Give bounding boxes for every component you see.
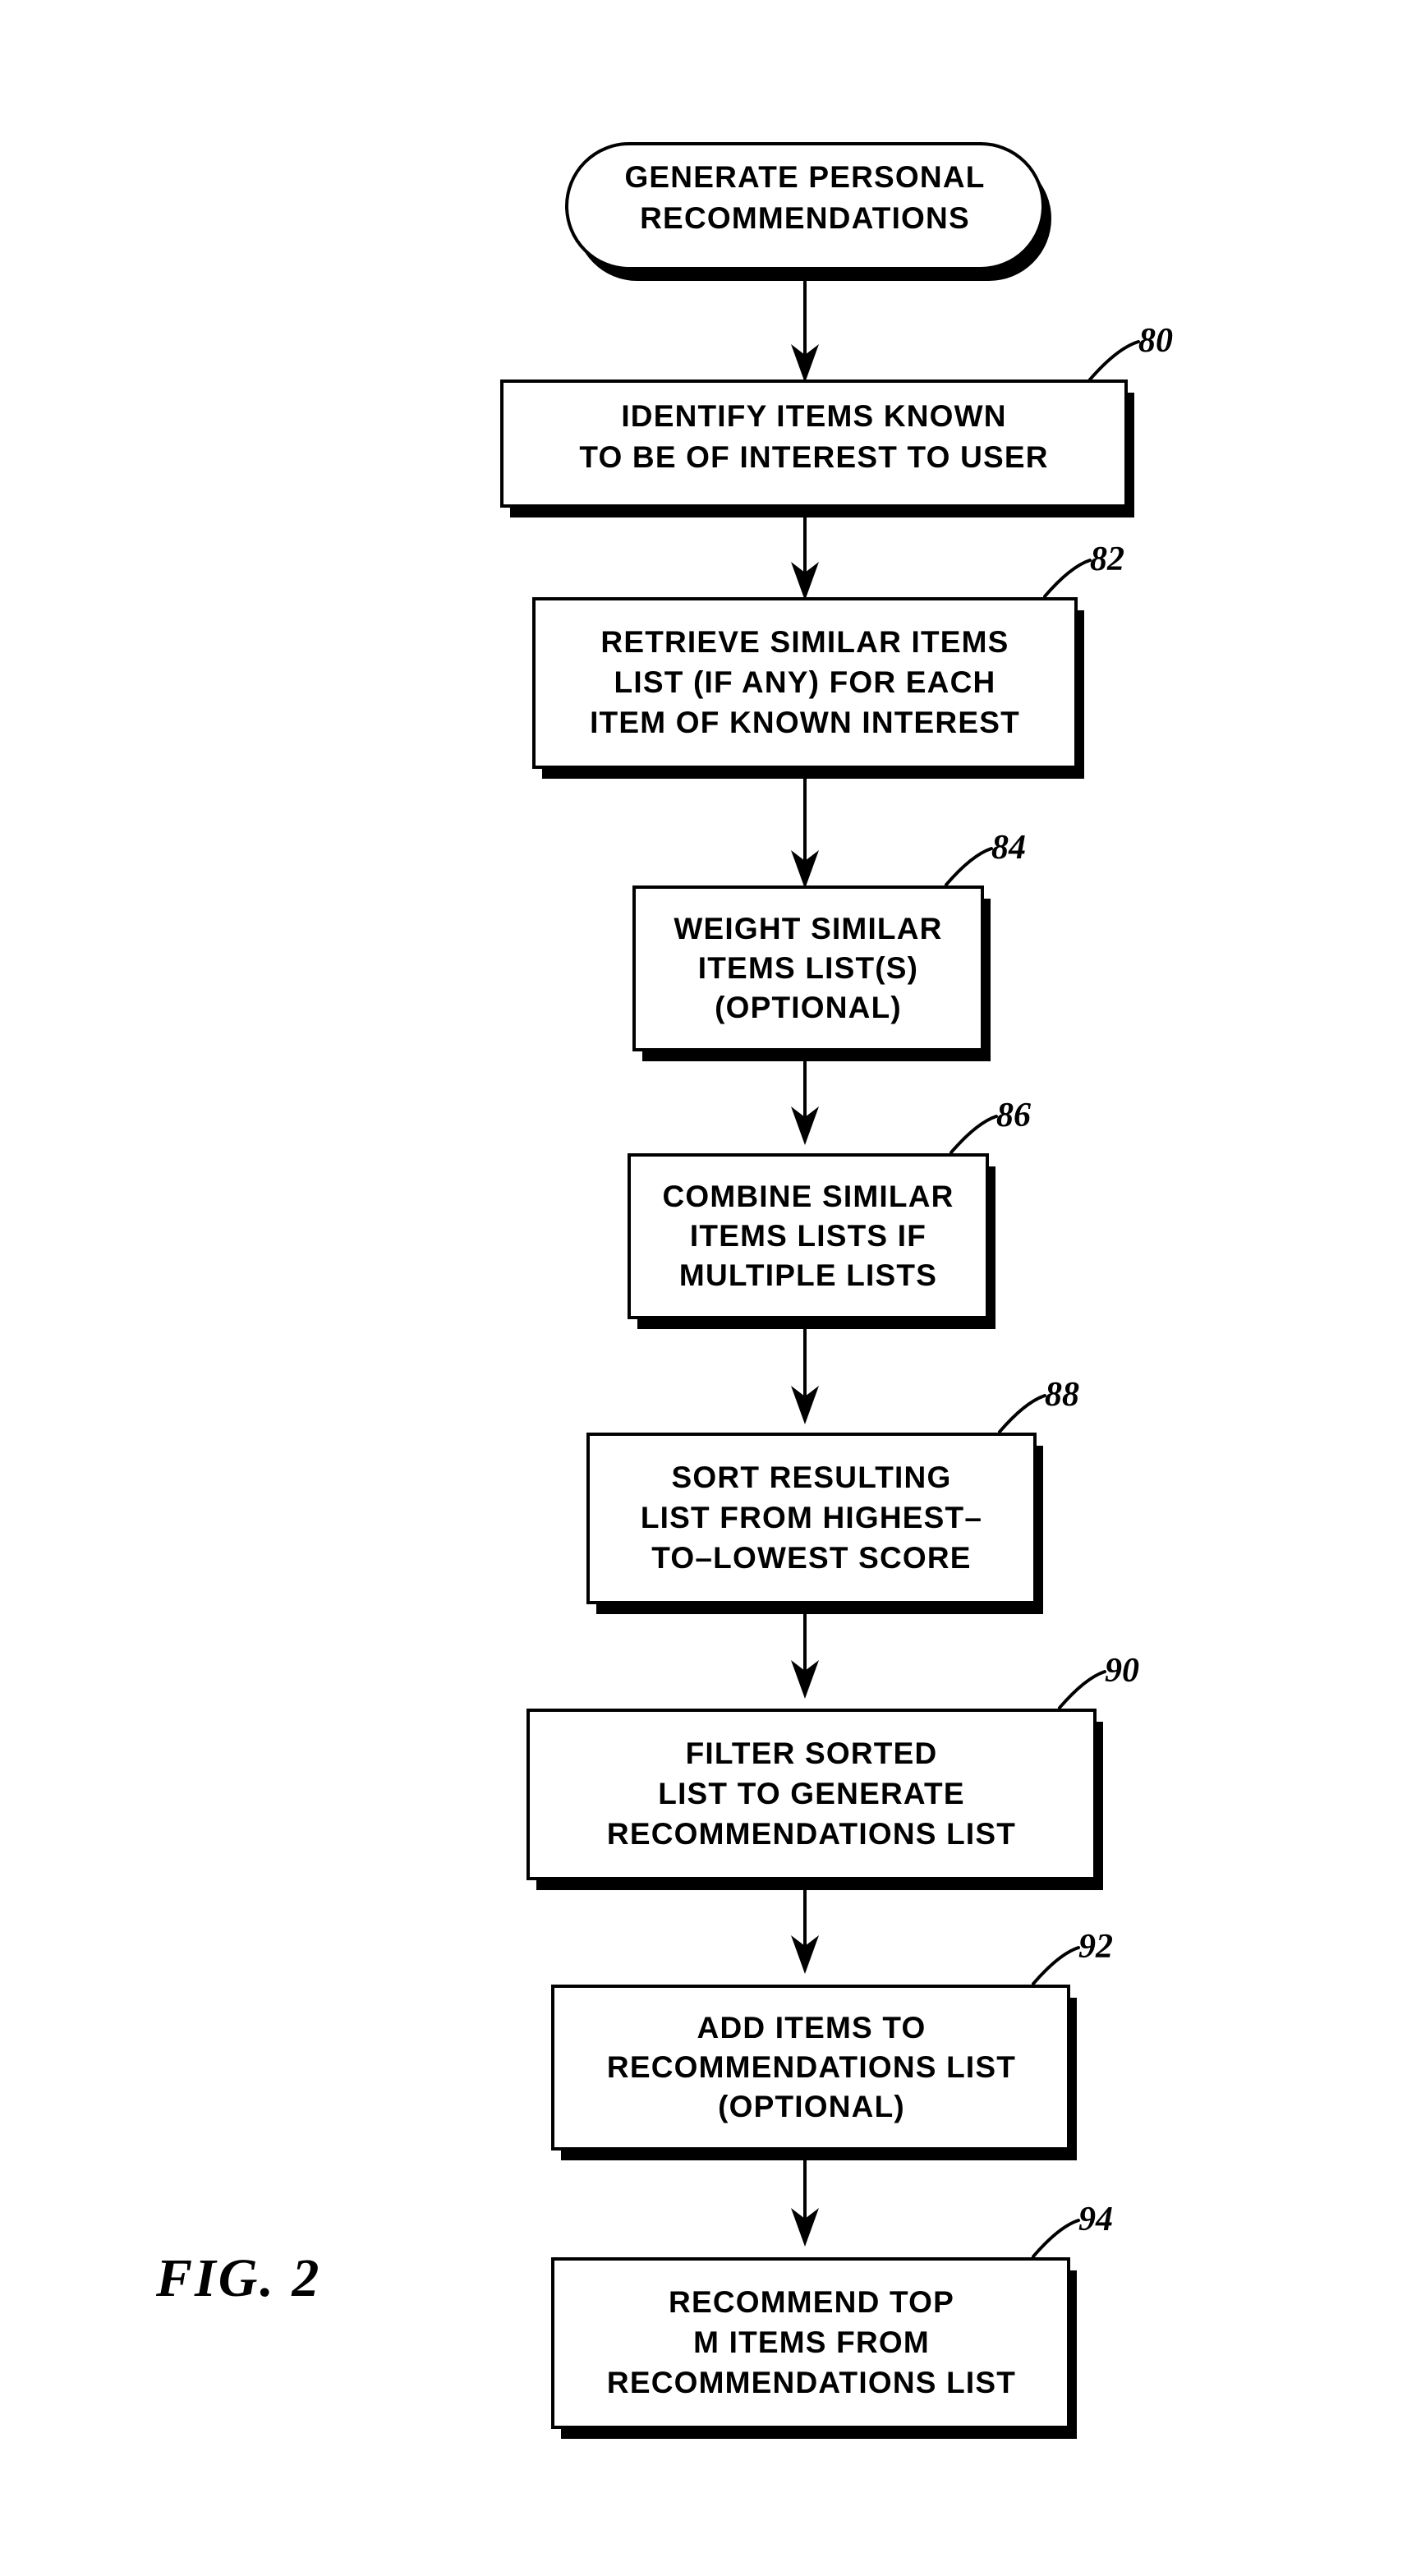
flow-node-86: COMBINE SIMILAR ITEMS LISTS IF MULTIPLE … [628,1153,995,1329]
ref-callout-92: 92 [1032,1928,1113,1985]
flow-node-80: IDENTIFY ITEMS KNOWN TO BE OF INTEREST T… [500,380,1134,518]
box-82-line-3: ITEM OF KNOWN INTEREST [590,706,1020,739]
connector-86-to-88 [791,1329,819,1424]
ref-number-82: 82 [1090,540,1124,578]
flow-node-84: WEIGHT SIMILAR ITEMS LIST(S) (OPTIONAL) [632,886,991,1061]
box-86-line-1: COMBINE SIMILAR [662,1180,954,1213]
connector-82-to-84 [791,779,819,889]
connector-80-to-82 [791,518,819,600]
box-92-line-2: RECOMMENDATIONS LIST [607,2050,1016,2084]
box-90-line-1: FILTER SORTED [686,1736,938,1770]
flow-node-82: RETRIEVE SIMILAR ITEMS LIST (IF ANY) FOR… [532,597,1084,779]
start-node-line-1: GENERATE PERSONAL [624,160,985,194]
ref-callout-84: 84 [945,829,1026,886]
box-94-line-3: RECOMMENDATIONS LIST [607,2366,1016,2399]
box-90-line-2: LIST TO GENERATE [658,1777,964,1810]
box-86-line-2: ITEMS LISTS IF [690,1219,927,1253]
box-80-line-1: IDENTIFY ITEMS KNOWN [621,399,1006,433]
flowchart-figure: GENERATE PERSONAL RECOMMENDATIONS IDENTI… [155,142,1173,2439]
ref-callout-94: 94 [1032,2201,1113,2258]
ref-number-80: 80 [1138,322,1173,360]
ref-number-94: 94 [1078,2201,1113,2238]
ref-number-92: 92 [1078,1928,1113,1966]
flow-node-90: FILTER SORTED LIST TO GENERATE RECOMMEND… [526,1709,1103,1890]
box-80-line-2: TO BE OF INTEREST TO USER [579,440,1048,474]
connector-90-to-92 [791,1890,819,1974]
ref-callout-86: 86 [949,1097,1031,1154]
ref-number-90: 90 [1105,1652,1139,1690]
box-84-line-1: WEIGHT SIMILAR [674,912,942,945]
box-94-line-2: M ITEMS FROM [693,2325,930,2359]
box-92-line-1: ADD ITEMS TO [697,2011,927,2045]
flow-node-94: RECOMMEND TOP M ITEMS FROM RECOMMENDATIO… [551,2257,1077,2439]
flow-node-88: SORT RESULTING LIST FROM HIGHEST– TO–LOW… [586,1433,1043,1614]
box-84-line-2: ITEMS LIST(S) [698,951,918,985]
box-88-line-3: TO–LOWEST SCORE [651,1541,971,1575]
start-node-line-2: RECOMMENDATIONS [640,201,970,235]
connector-84-to-86 [791,1061,819,1145]
flow-node-92: ADD ITEMS TO RECOMMENDATIONS LIST (OPTIO… [551,1985,1077,2160]
ref-number-88: 88 [1045,1376,1079,1414]
ref-callout-82: 82 [1043,540,1124,598]
ref-callout-80: 80 [1088,322,1173,381]
box-88-line-2: LIST FROM HIGHEST– [641,1501,982,1534]
box-84-line-3: (OPTIONAL) [715,991,902,1024]
ref-callout-90: 90 [1058,1652,1139,1709]
box-86-line-3: MULTIPLE LISTS [679,1258,937,1292]
connector-92-to-94 [791,2160,819,2247]
box-88-line-1: SORT RESULTING [672,1460,952,1494]
patent-figure-page: GENERATE PERSONAL RECOMMENDATIONS IDENTI… [0,0,1407,2576]
ref-number-86: 86 [996,1097,1031,1134]
connector-start-to-80 [791,272,819,383]
box-90-line-3: RECOMMENDATIONS LIST [607,1817,1016,1851]
box-82-line-2: LIST (IF ANY) FOR EACH [614,665,996,699]
box-82-line-1: RETRIEVE SIMILAR ITEMS [600,625,1009,659]
box-92-line-3: (OPTIONAL) [718,2090,905,2123]
figure-caption: FIG. 2 [155,2248,321,2308]
ref-callout-88: 88 [998,1376,1079,1433]
connector-88-to-90 [791,1614,819,1699]
ref-number-84: 84 [991,829,1026,867]
box-94-line-1: RECOMMEND TOP [669,2285,954,2319]
flow-node-start: GENERATE PERSONAL RECOMMENDATIONS [565,142,1051,281]
